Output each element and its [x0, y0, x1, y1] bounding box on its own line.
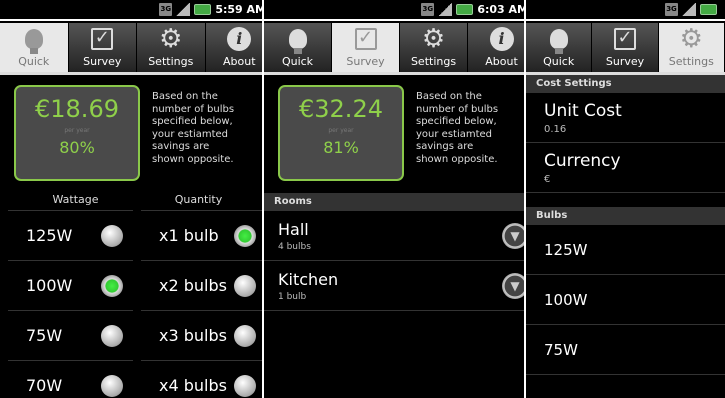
wattage-option[interactable]: 75W [8, 310, 133, 360]
per-year-label: per year [64, 127, 90, 134]
per-year-label: per year [328, 127, 354, 134]
battery-icon [456, 4, 474, 15]
tab-settings[interactable]: ⚙ Settings [137, 23, 206, 72]
radio-button-selected[interactable] [234, 224, 256, 247]
status-bar: 3G 6:03 AM [264, 0, 536, 21]
radio-button[interactable] [234, 274, 256, 297]
unit-cost-label: Unit Cost [544, 100, 622, 121]
tab-settings[interactable]: ⚙ Settings [658, 23, 725, 72]
quantity-option[interactable]: x3 bulbs [141, 310, 266, 360]
quantity-header: Quantity [174, 193, 223, 206]
savings-box: €32.24 per year 81% [278, 85, 404, 181]
checkbox-icon: ✓ [91, 28, 114, 50]
bulb-setting[interactable]: 75W [526, 325, 725, 375]
bulbs-header: Bulbs [526, 207, 725, 225]
3g-icon: 3G [665, 3, 678, 16]
unit-cost-value: 0.16 [544, 123, 567, 135]
info-icon: i [489, 27, 514, 51]
bulb-setting[interactable]: 125W [526, 225, 725, 275]
tab-settings[interactable]: ⚙ Settings [400, 23, 468, 72]
tab-survey[interactable]: ✓ Survey [68, 23, 137, 72]
column-headers: Wattage Quantity [0, 193, 274, 210]
currency-setting[interactable]: Currency € [526, 143, 725, 193]
signal-icon [438, 3, 453, 16]
radio-button[interactable] [234, 374, 256, 397]
battery-icon [194, 4, 212, 15]
room-item[interactable]: Hall 4 bulbs ▼ [264, 211, 536, 261]
tab-bar: Quick ✓ Survey ⚙ Settings [526, 23, 725, 75]
gear-icon: ⚙ [421, 24, 446, 54]
savings-description: Based on the number of bulbs specified b… [152, 91, 235, 165]
radio-button[interactable] [101, 224, 123, 247]
3g-icon: 3G [421, 3, 435, 16]
wattage-list: 125W 100W 75W 70W [8, 210, 133, 398]
room-item[interactable]: Kitchen 1 bulb ▼ [264, 261, 536, 311]
gear-icon: ⚙ [159, 24, 183, 54]
wattage-option[interactable]: 125W [8, 210, 133, 260]
tab-quick[interactable]: Quick [526, 23, 593, 72]
room-name: Kitchen [278, 269, 339, 289]
radio-button-selected[interactable] [101, 274, 123, 297]
clock: 5:59 AM [215, 3, 266, 16]
radio-button[interactable] [101, 374, 123, 397]
wattage-option[interactable]: 100W [8, 260, 133, 310]
currency-label: Currency [544, 150, 621, 171]
unit-cost-setting[interactable]: Unit Cost 0.16 [526, 93, 725, 143]
room-name: Hall [278, 219, 309, 239]
checkbox-icon: ✓ [354, 28, 377, 50]
tab-quick[interactable]: Quick [264, 23, 332, 72]
room-bulb-count: 1 bulb [278, 291, 307, 302]
settings-screen: 3G Quick ✓ Survey ⚙ Settings Cost Settings… [524, 0, 725, 398]
clock: 6:03 AM [477, 3, 528, 16]
survey-screen: 3G 6:03 AM Quick ✓ Survey ⚙ Settings i Abou… [262, 0, 536, 398]
tab-survey[interactable]: ✓ Survey [332, 23, 400, 72]
quantity-list: x1 bulb x2 bulbs x3 bulbs x4 bulbs [141, 210, 266, 398]
tab-survey[interactable]: ✓ Survey [592, 23, 659, 72]
currency-value: € [544, 173, 551, 185]
quantity-option[interactable]: x1 bulb [141, 210, 266, 260]
bulb-setting[interactable]: 100W [526, 275, 725, 325]
quantity-option[interactable]: x2 bulbs [141, 260, 266, 310]
bulb-icon [549, 29, 568, 54]
status-bar: 3G [526, 0, 725, 21]
radio-button[interactable] [101, 324, 123, 347]
quantity-option[interactable]: x4 bulbs [141, 360, 266, 398]
savings-description: Based on the number of bulbs specified b… [416, 91, 499, 165]
room-bulb-count: 4 bulbs [278, 241, 311, 252]
tab-bar: Quick ✓ Survey ⚙ Settings i About [264, 23, 536, 75]
bulb-icon [288, 29, 307, 54]
savings-box: €18.69 per year 80% [14, 85, 140, 181]
battery-icon [700, 4, 717, 15]
checkbox-icon: ✓ [613, 28, 636, 50]
wattage-option[interactable]: 70W [8, 360, 133, 398]
quick-screen: 3G 5:59 AM Quick ✓ Survey ⚙ Settings i Abou… [0, 0, 274, 398]
rooms-header: Rooms [264, 193, 536, 211]
savings-percent: 80% [59, 138, 95, 157]
savings-summary: €18.69 per year 80% Based on the number … [0, 75, 274, 193]
tab-quick[interactable]: Quick [0, 23, 69, 72]
3g-icon: 3G [159, 3, 173, 16]
cost-settings-header: Cost Settings [526, 75, 725, 93]
gear-icon: ⚙ [679, 24, 703, 54]
savings-amount: €32.24 [299, 95, 383, 123]
signal-icon [682, 3, 696, 16]
wattage-header: Wattage [52, 193, 99, 206]
savings-summary: €32.24 per year 81% Based on the number … [264, 75, 536, 193]
radio-button[interactable] [234, 324, 256, 347]
savings-amount: €18.69 [35, 95, 119, 123]
savings-percent: 81% [323, 138, 359, 157]
signal-icon [176, 3, 191, 16]
tab-bar: Quick ✓ Survey ⚙ Settings i About [0, 23, 274, 75]
info-icon: i [227, 27, 252, 51]
bulb-icon [24, 29, 43, 54]
status-bar: 3G 5:59 AM [0, 0, 274, 21]
